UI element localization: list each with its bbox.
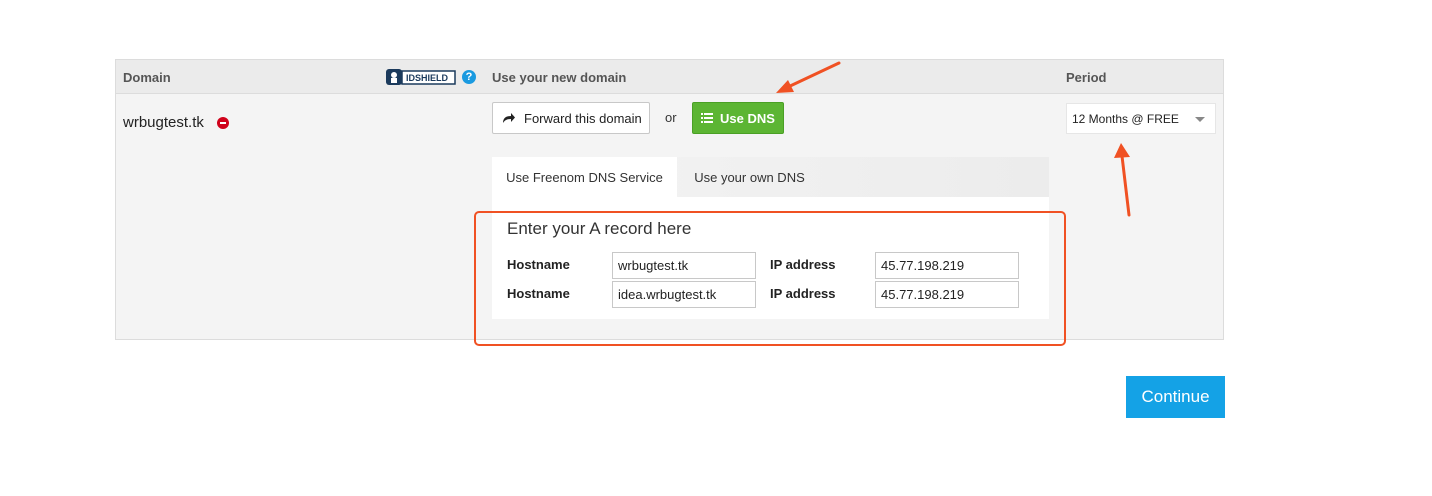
annotation-arrow-icon	[776, 61, 841, 93]
hostname-field[interactable]	[612, 281, 756, 308]
domain-column-header: Domain	[123, 70, 171, 85]
dns-tabs: Use Freenom DNS Service Use your own DNS	[492, 157, 1049, 197]
ip-address-label: IP address	[770, 286, 836, 301]
hostname-label: Hostname	[507, 286, 570, 301]
forward-arrow-icon	[503, 113, 515, 123]
forward-domain-label: Forward this domain	[524, 110, 642, 126]
use-dns-button[interactable]: Use DNS	[692, 102, 784, 134]
list-icon	[701, 113, 714, 123]
domain-name: wrbugtest.tk	[123, 114, 204, 131]
a-record-form: Enter your A record here Hostname IP add…	[492, 197, 1049, 319]
table-header: Domain IDSHIELD ? Use your new domain Pe…	[116, 60, 1223, 94]
period-column-header: Period	[1066, 70, 1107, 85]
or-text: or	[665, 110, 677, 125]
idshield-logo-text: IDSHIELD	[406, 73, 449, 83]
use-dns-label: Use DNS	[720, 110, 775, 126]
domain-table: Domain IDSHIELD ? Use your new domain Pe…	[115, 59, 1224, 340]
a-record-title: Enter your A record here	[507, 219, 692, 238]
forward-domain-button[interactable]: Forward this domain	[492, 102, 650, 134]
ip-address-field[interactable]	[875, 252, 1019, 279]
tab-own-dns-label: Use your own DNS	[694, 169, 805, 185]
tab-freenom-dns[interactable]: Use Freenom DNS Service	[492, 157, 677, 197]
hostname-label: Hostname	[507, 257, 570, 272]
idshield-logo-icon[interactable]: IDSHIELD	[386, 68, 456, 86]
use-new-domain-header: Use your new domain	[492, 70, 627, 85]
period-select[interactable]: 12 Months @ FREE	[1066, 103, 1216, 134]
tab-freenom-dns-label: Use Freenom DNS Service	[506, 169, 663, 185]
ip-address-field[interactable]	[875, 281, 1019, 308]
remove-icon[interactable]	[217, 117, 229, 129]
annotation-arrow-icon	[1114, 143, 1131, 217]
continue-button[interactable]: Continue	[1126, 376, 1225, 418]
ip-address-label: IP address	[770, 257, 836, 272]
hostname-field[interactable]	[612, 252, 756, 279]
help-icon[interactable]: ?	[462, 70, 476, 84]
period-selected-value: 12 Months @ FREE	[1072, 111, 1179, 126]
chevron-down-icon	[1195, 117, 1205, 122]
tab-own-dns[interactable]: Use your own DNS	[677, 157, 822, 197]
